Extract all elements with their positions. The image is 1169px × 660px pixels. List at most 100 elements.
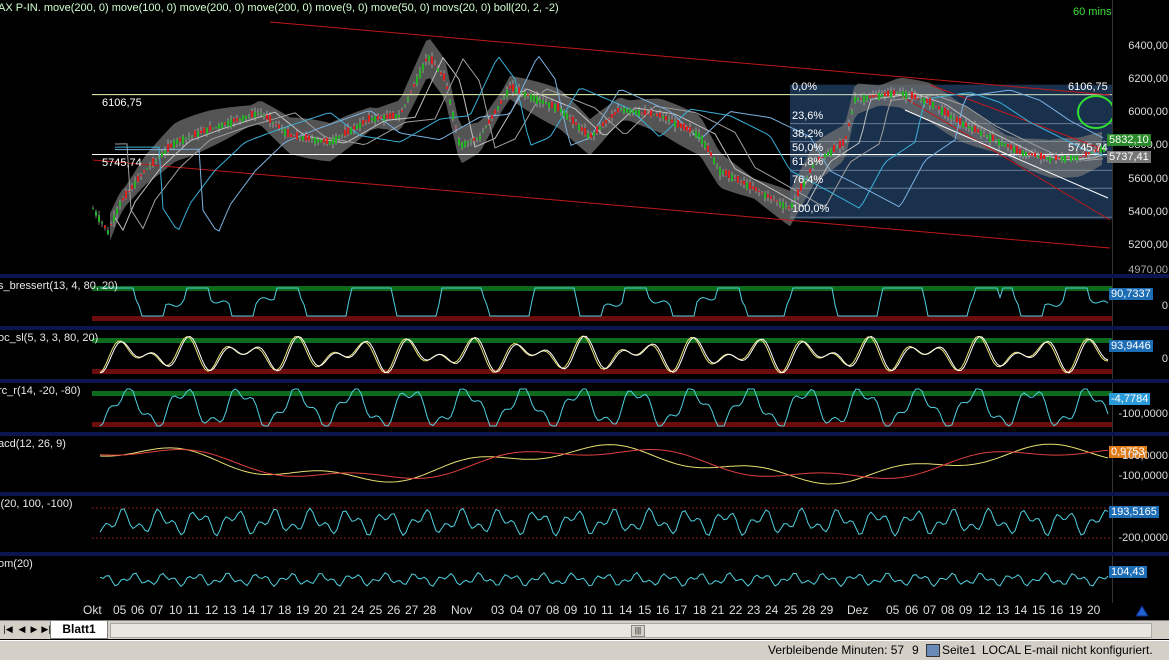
candle: [701, 136, 703, 144]
indicator-pane[interactable]: rc_r(14, -20, -80): [0, 383, 1112, 432]
candle: [917, 98, 919, 100]
candle: [659, 112, 661, 118]
indicator-pane[interactable]: i(20, 100, -100): [0, 496, 1112, 552]
time-axis-label: 21: [711, 603, 725, 617]
candle: [500, 100, 502, 104]
candle: [713, 157, 715, 164]
indicator-svg: [99, 571, 1109, 588]
indicator-axis[interactable]: 104,43: [1109, 556, 1169, 603]
candle: [851, 111, 853, 114]
macd-line: [99, 443, 1109, 485]
indicator-axis[interactable]: 90,7337 0: [1109, 278, 1169, 326]
scroll-thumb[interactable]: |||: [631, 625, 645, 637]
candle: [416, 76, 418, 85]
first-sheet-icon[interactable]: |◀: [2, 623, 14, 636]
time-axis-label: 25: [369, 603, 383, 617]
time-axis-label: 29: [820, 603, 834, 617]
price-chart-svg: [92, 21, 1112, 249]
time-axis-label: 08: [546, 603, 560, 617]
candle: [446, 86, 448, 90]
candle: [623, 107, 625, 114]
candle: [866, 95, 868, 100]
candle: [605, 120, 607, 124]
candle: [692, 131, 694, 133]
candle: [350, 127, 352, 135]
candle: [494, 109, 496, 114]
candle: [596, 126, 598, 134]
price-axis[interactable]: 6400,00 6200,00 6000,00 5800,00 5600,00 …: [1107, 0, 1169, 276]
candle: [695, 131, 697, 138]
indicator-pane[interactable]: om(20): [0, 556, 1112, 603]
candle: [533, 95, 535, 102]
price-chart-pane[interactable]: AX P-IN. move(200, 0) move(100, 0) move(…: [0, 0, 1112, 274]
candle: [398, 114, 400, 118]
candle: [1058, 157, 1060, 159]
indicator-pane[interactable]: oc_sl(5, 3, 3, 80, 20): [0, 330, 1112, 379]
candle: [599, 126, 601, 130]
indicator-axis[interactable]: 0,9753 100,0000 -100,0000: [1109, 436, 1169, 492]
time-axis: Okt 05 06 07 10 11 12 13 14 17 18 19 20 21 24 25 26 27 28 N…: [0, 603, 1112, 620]
indicator-pane[interactable]: acd(12, 26, 9): [0, 436, 1112, 492]
time-axis-label: 16: [656, 603, 670, 617]
price-tick: 5200,00: [1128, 239, 1168, 251]
candle: [374, 116, 376, 123]
time-axis-label: 10: [169, 603, 183, 617]
candle: [242, 115, 244, 123]
time-axis-label: 28: [423, 603, 437, 617]
time-axis-label: 14: [242, 603, 256, 617]
time-axis-label: 12: [205, 603, 219, 617]
indicator-tick: -200,0000: [1118, 532, 1168, 544]
oversold-band: [92, 316, 1112, 321]
last-price-green: 5832,10: [1107, 134, 1151, 146]
candle: [671, 119, 673, 123]
candle: [506, 89, 508, 98]
indicator-svg: [92, 286, 1112, 321]
drawing-tool-icon[interactable]: [1134, 604, 1150, 618]
price-chart-title: AX P-IN. move(200, 0) move(100, 0) move(…: [0, 2, 559, 14]
tab-blatt1[interactable]: Blatt1: [50, 621, 108, 639]
indicator-axis[interactable]: 93,9446 0: [1109, 330, 1169, 379]
candle: [191, 135, 193, 137]
candle: [116, 208, 118, 215]
candle: [152, 158, 154, 166]
candle: [272, 122, 274, 124]
candle: [251, 110, 253, 118]
candle: [830, 148, 832, 157]
candle: [266, 114, 268, 120]
indicator-title: om(20): [0, 558, 33, 570]
indicator-axis[interactable]: -4,7784 -100,0000: [1109, 383, 1169, 432]
candle: [566, 113, 568, 120]
time-axis-label: 11: [601, 603, 614, 617]
candle: [431, 56, 433, 65]
candle: [1013, 146, 1015, 154]
candle: [512, 84, 514, 92]
horizontal-scrollbar[interactable]: |||: [110, 623, 1152, 638]
prev-sheet-icon[interactable]: ◀: [16, 623, 28, 636]
candle: [740, 181, 742, 183]
next-sheet-icon[interactable]: ▶: [28, 623, 40, 636]
candle: [656, 113, 658, 116]
indicator-pane[interactable]: s_bressert(13, 4, 80, 20): [0, 278, 1112, 326]
candle: [575, 122, 577, 126]
indicator-axis[interactable]: 193,5165 -200,0000: [1109, 496, 1169, 552]
candle: [809, 168, 811, 173]
candle: [563, 110, 565, 117]
candle: [437, 68, 439, 72]
candle: [980, 130, 982, 137]
candle: [662, 116, 664, 119]
candle: [233, 118, 235, 123]
candle: [593, 131, 595, 136]
candle: [572, 116, 574, 124]
candle: [845, 136, 847, 139]
candle: [206, 127, 208, 135]
candle: [869, 95, 871, 98]
candle: [1064, 155, 1066, 163]
candle: [857, 97, 859, 101]
time-axis-label: 18: [693, 603, 707, 617]
candle: [944, 107, 946, 116]
candle: [1076, 155, 1078, 161]
candle: [395, 114, 397, 119]
candle: [146, 168, 148, 170]
oscillator-line: [100, 287, 1109, 317]
candle: [212, 127, 214, 129]
